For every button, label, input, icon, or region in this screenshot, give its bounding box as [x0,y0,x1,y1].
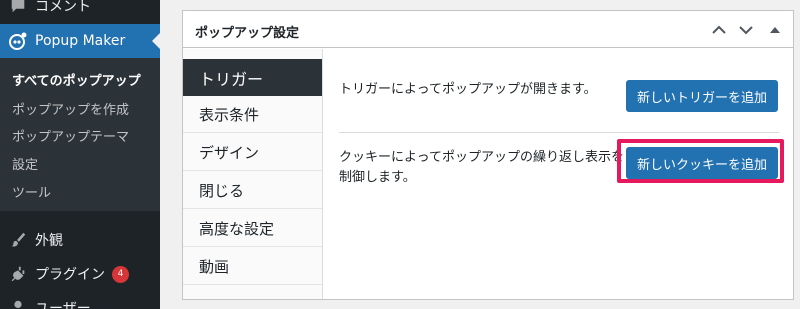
add-cookie-button[interactable]: 新しいクッキーを追加 [626,147,778,179]
chevron-down-icon [739,26,753,35]
sidebar-item-label: Popup Maker [35,33,126,49]
tab-advanced[interactable]: 高度な設定 [183,210,322,247]
sidebar-item-users[interactable]: ユーザー [0,294,160,309]
popup-settings-panel: ポップアップ設定 トリガー 表示条件 デザイン 閉じる 高度な設定 動画 トリガ… [182,10,794,300]
sidebar-item-appearance[interactable]: 外観 [0,226,160,254]
user-icon [8,298,28,309]
collapse-toggle-button[interactable] [765,20,785,40]
cookies-description-line2: 制御します。 [339,170,416,185]
sidebar-item-popup-maker[interactable]: Popup Maker [0,24,160,58]
submenu-item-tools[interactable]: ツール [12,182,51,201]
panel-header: ポップアップ設定 [183,11,793,48]
submenu-item-settings[interactable]: 設定 [12,154,38,173]
tab-close[interactable]: 閉じる [183,172,322,209]
plugin-icon [8,264,28,284]
panel-title: ポップアップ設定 [195,26,300,41]
sidebar-item-label: 外観 [35,233,63,249]
sidebar-item-comments[interactable]: コメント [0,0,160,18]
chevron-up-icon [712,25,726,34]
triggers-description: トリガーによってポップアップが開きます。 [339,82,597,97]
tab-triggers[interactable]: トリガー [183,59,322,96]
cookies-description-line1: クッキーによってポップアップの繰り返し表示を [339,150,624,165]
popup-maker-icon [8,31,28,51]
submenu-item-create-popup[interactable]: ポップアップを作成 [12,99,129,118]
section-divider [339,132,779,133]
sidebar-item-label: ユーザー [35,301,91,309]
tab-targeting[interactable]: 表示条件 [183,96,322,133]
sidebar-item-label: コメント [35,0,91,15]
settings-tab-list: トリガー 表示条件 デザイン 閉じる 高度な設定 動画 [183,49,323,299]
tab-display[interactable]: デザイン [183,134,322,171]
add-trigger-button[interactable]: 新しいトリガーを追加 [626,80,778,112]
tab-video[interactable]: 動画 [183,248,322,285]
submenu-item-popup-themes[interactable]: ポップアップテーマ [12,126,129,145]
move-up-button[interactable] [709,20,729,40]
move-down-button[interactable] [736,20,756,40]
admin-sidebar: コメント Popup Maker すべてのポップアップ ポップアップを作成 ポッ… [0,0,160,309]
paintbrush-icon [8,230,28,250]
submenu-item-all-popups[interactable]: すべてのポップアップ [12,70,141,89]
sidebar-item-label: プラグイン [35,267,105,283]
update-count-badge: 4 [112,265,129,283]
comment-icon [8,0,28,16]
tab-content: トリガーによってポップアップが開きます。 新しいトリガーを追加 クッキーによって… [323,49,793,299]
sidebar-item-plugins[interactable]: プラグイン 4 [0,260,160,288]
popup-maker-submenu: すべてのポップアップ ポップアップを作成 ポップアップテーマ 設定 ツール [0,58,160,211]
triangle-up-icon [770,27,780,33]
